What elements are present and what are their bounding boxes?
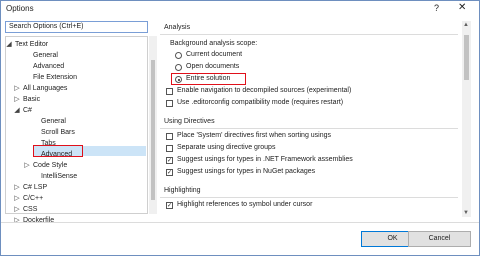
- label-highlight-references[interactable]: Highlight references to symbol under cur…: [177, 201, 312, 208]
- radio-label-current-document[interactable]: Current document: [186, 51, 242, 58]
- cancel-button[interactable]: Cancel: [408, 231, 471, 247]
- tree-item[interactable]: General: [33, 51, 58, 61]
- tree-item[interactable]: Advanced: [33, 62, 64, 72]
- title-bar: Options ? ✕: [0, 0, 480, 19]
- search-input[interactable]: Search Options (Ctrl+E): [5, 21, 148, 33]
- tree-item[interactable]: General: [41, 117, 66, 127]
- tree-item[interactable]: C#: [23, 106, 32, 116]
- checkbox-suggest-framework[interactable]: ✓: [166, 157, 173, 164]
- collapsed-arrow-icon[interactable]: ▷: [23, 161, 31, 169]
- label-suggest-nuget[interactable]: Suggest usings for types in NuGet packag…: [177, 168, 315, 175]
- checkbox-editorconfig-mode[interactable]: [166, 100, 173, 107]
- checkbox-decompiled-sources[interactable]: [166, 88, 173, 95]
- tree-item[interactable]: File Extension: [33, 73, 77, 83]
- window-title: Options: [6, 4, 34, 13]
- checkbox-highlight-references[interactable]: ✓: [166, 202, 173, 209]
- section-divider: [160, 197, 458, 198]
- tree-item[interactable]: CSS: [23, 205, 37, 215]
- section-divider: [160, 128, 458, 129]
- scroll-down-icon[interactable]: ▼: [463, 210, 469, 216]
- options-content: Analysis Background analysis scope: Curr…: [160, 21, 460, 217]
- label-separate-groups[interactable]: Separate using directive groups: [177, 144, 275, 151]
- tree-item[interactable]: Text Editor: [15, 40, 48, 50]
- section-divider: [160, 34, 458, 35]
- tree-item[interactable]: Scroll Bars: [41, 128, 75, 138]
- help-icon[interactable]: ?: [434, 3, 439, 13]
- collapsed-arrow-icon[interactable]: ▷: [13, 95, 21, 103]
- footer-divider: [0, 222, 480, 223]
- annotation-box-advanced: [33, 145, 83, 157]
- label-decompiled-sources[interactable]: Enable navigation to decompiled sources …: [177, 87, 351, 94]
- tree-item[interactable]: Basic: [23, 95, 40, 105]
- radio-current-document[interactable]: [175, 52, 182, 59]
- checkbox-suggest-nuget[interactable]: ✓: [166, 169, 173, 176]
- section-header-analysis: Analysis: [164, 24, 191, 31]
- collapsed-arrow-icon[interactable]: ▷: [13, 84, 21, 92]
- label-suggest-framework[interactable]: Suggest usings for types in .NET Framewo…: [177, 156, 353, 163]
- checkbox-separate-groups[interactable]: [166, 145, 173, 152]
- close-icon[interactable]: ✕: [458, 2, 466, 13]
- radio-open-documents[interactable]: [175, 64, 182, 71]
- annotation-box-entire-solution: [171, 73, 246, 85]
- tree-item[interactable]: C# LSP: [23, 183, 47, 193]
- collapsed-arrow-icon[interactable]: ▷: [13, 205, 21, 213]
- collapsed-arrow-icon[interactable]: ▷: [13, 183, 21, 191]
- radio-label-open-documents[interactable]: Open documents: [186, 63, 239, 70]
- expanded-arrow-icon[interactable]: ◢: [5, 40, 13, 48]
- tree-item[interactable]: All Languages: [23, 84, 67, 94]
- checkbox-system-first[interactable]: [166, 133, 173, 140]
- label-system-first[interactable]: Place 'System' directives first when sor…: [177, 132, 331, 139]
- section-header-using-directives: Using Directives: [164, 118, 215, 125]
- scope-label: Background analysis scope:: [170, 40, 258, 47]
- tree-item[interactable]: Code Style: [33, 161, 67, 171]
- scroll-up-icon[interactable]: ▲: [463, 22, 469, 28]
- tree-item[interactable]: Dockerfile: [23, 216, 54, 226]
- tree-item[interactable]: C/C++: [23, 194, 43, 204]
- label-editorconfig-mode[interactable]: Use .editorconfig compatibility mode (re…: [177, 99, 343, 106]
- collapsed-arrow-icon[interactable]: ▷: [13, 194, 21, 202]
- expanded-arrow-icon[interactable]: ◢: [13, 106, 21, 114]
- tree-scrollbar-thumb[interactable]: [151, 60, 155, 200]
- tree-item[interactable]: IntelliSense: [41, 172, 77, 182]
- content-scrollbar-thumb[interactable]: [464, 35, 469, 80]
- section-header-highlighting: Highlighting: [164, 187, 201, 194]
